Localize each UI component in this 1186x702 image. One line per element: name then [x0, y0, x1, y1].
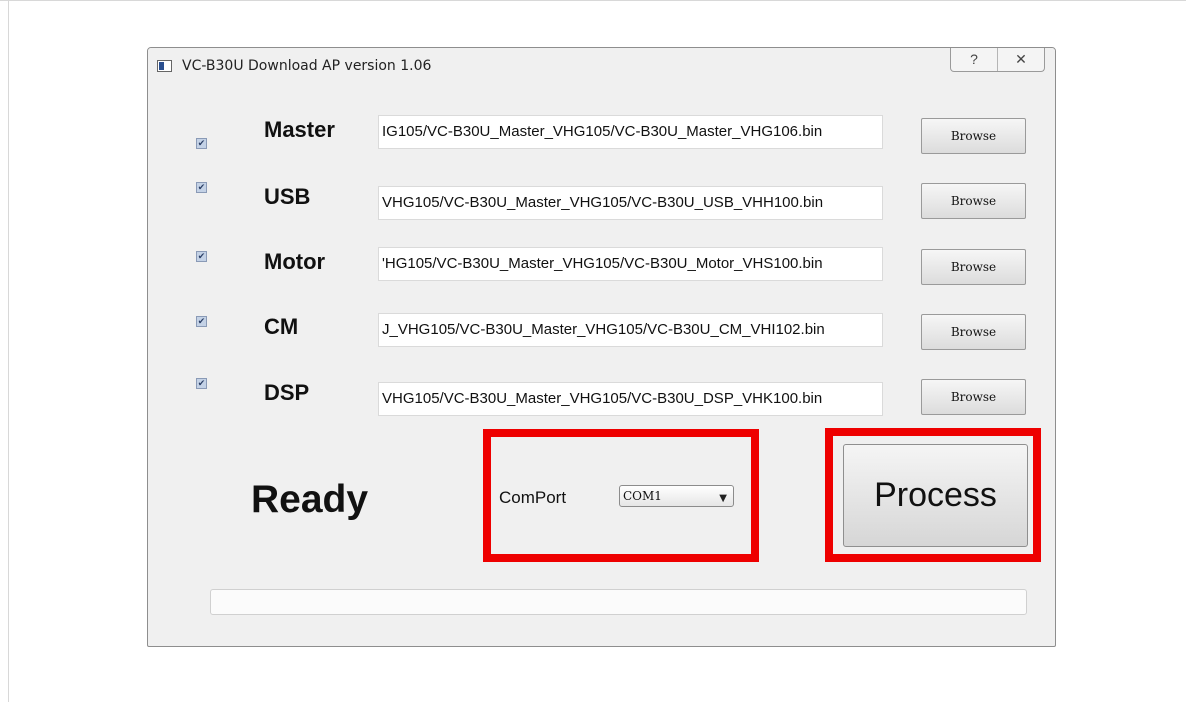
process-highlight-box [825, 428, 1041, 562]
status-text: Ready [251, 478, 369, 521]
app-icon [157, 60, 172, 72]
check-icon: ✔ [197, 182, 206, 192]
check-icon: ✔ [197, 378, 206, 388]
motor-browse-button[interactable]: Browse [921, 249, 1026, 285]
dsp-browse-button[interactable]: Browse [921, 379, 1026, 415]
master-checkbox[interactable]: ✔ [196, 138, 207, 149]
usb-browse-button[interactable]: Browse [921, 183, 1026, 219]
master-browse-button[interactable]: Browse [921, 118, 1026, 154]
title-buttons: ? ✕ [950, 48, 1045, 72]
comport-highlight-box [483, 429, 759, 562]
check-icon: ✔ [197, 251, 206, 261]
usb-path-field[interactable]: VHG105/VC-B30U_Master_VHG105/VC-B30U_USB… [378, 186, 883, 220]
motor-label: Motor [264, 249, 326, 274]
cm-label: CM [264, 314, 299, 339]
dsp-path-field[interactable]: VHG105/VC-B30U_Master_VHG105/VC-B30U_DSP… [378, 382, 883, 416]
check-icon: ✔ [197, 138, 206, 148]
close-button[interactable]: ✕ [997, 48, 1044, 71]
master-path-field[interactable]: IG105/VC-B30U_Master_VHG105/VC-B30U_Mast… [378, 115, 883, 149]
title-bar[interactable]: VC-B30U Download AP version 1.06 ? ✕ [148, 48, 1055, 86]
help-icon: ? [970, 51, 978, 67]
close-icon: ✕ [1015, 51, 1027, 67]
progress-bar [210, 589, 1027, 615]
usb-checkbox[interactable]: ✔ [196, 182, 207, 193]
cm-path-field[interactable]: J_VHG105/VC-B30U_Master_VHG105/VC-B30U_C… [378, 313, 883, 347]
frame-left-border [8, 0, 9, 702]
motor-checkbox[interactable]: ✔ [196, 251, 207, 262]
window-title: VC-B30U Download AP version 1.06 [182, 58, 432, 74]
cm-browse-button[interactable]: Browse [921, 314, 1026, 350]
check-icon: ✔ [197, 316, 206, 326]
motor-path-field[interactable]: 'HG105/VC-B30U_Master_VHG105/VC-B30U_Mot… [378, 247, 883, 281]
dsp-label: DSP [264, 380, 310, 405]
frame-top-border [0, 0, 1186, 1]
help-button[interactable]: ? [951, 48, 997, 71]
cm-checkbox[interactable]: ✔ [196, 316, 207, 327]
dsp-checkbox[interactable]: ✔ [196, 378, 207, 389]
master-label: Master [264, 117, 335, 142]
usb-label: USB [264, 184, 311, 209]
